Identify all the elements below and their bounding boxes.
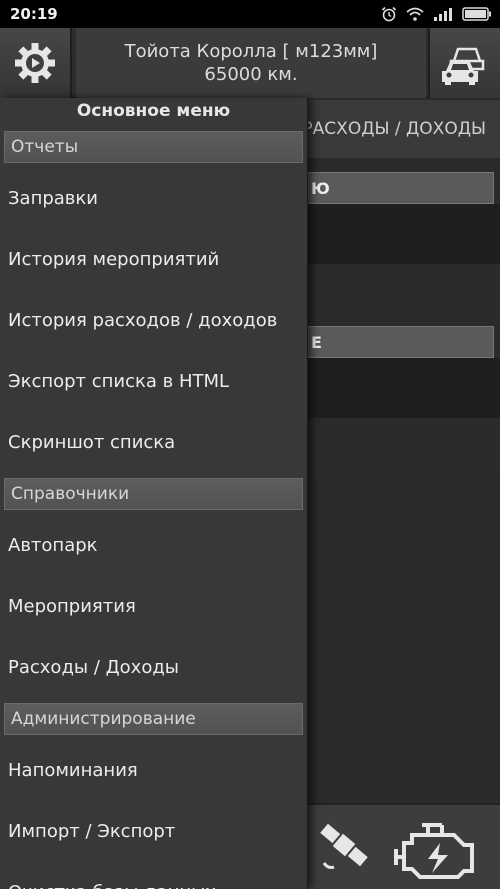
background-row[interactable] (300, 418, 500, 478)
fleet-button[interactable] (428, 28, 500, 98)
status-bar: 20:19 (0, 0, 500, 28)
menu-item-events-history[interactable]: История мероприятий (0, 229, 307, 290)
section-header-administration: Администрирование (4, 703, 303, 735)
section-header-directories: Справочники (4, 478, 303, 510)
background-row[interactable] (300, 264, 500, 324)
battery-icon (462, 7, 491, 21)
tab-expenses-income[interactable]: РАСХОДЫ / ДОХОДЫ (300, 100, 500, 158)
menu-item-screenshot[interactable]: Скриншот списка (0, 412, 307, 473)
menu-item-expenses-income[interactable]: Расходы / Доходы (0, 637, 307, 698)
menu-item-import-export[interactable]: Импорт / Экспорт (0, 801, 307, 862)
alarm-icon (381, 6, 397, 22)
satellite-icon[interactable] (314, 815, 374, 875)
engine-icon[interactable] (392, 813, 482, 883)
signal-icon (434, 8, 452, 21)
section-header-reports: Отчеты (4, 131, 303, 163)
background-section-header: Ю (300, 172, 494, 204)
menu-item-refuelings[interactable]: Заправки (0, 168, 307, 229)
drawer-title: Основное меню (76, 101, 231, 121)
menu-item-events[interactable]: Мероприятия (0, 576, 307, 637)
cars-icon (442, 47, 485, 85)
settings-button[interactable] (0, 28, 72, 98)
background-row[interactable] (300, 204, 500, 264)
wifi-icon (406, 7, 424, 21)
current-car-selector[interactable]: Тойота Королла [ м123мм] 65000 км. (76, 28, 426, 98)
menu-item-clear-database[interactable]: Очистка базы данных (0, 862, 307, 889)
top-bar: Тойота Королла [ м123мм] 65000 км. (0, 28, 500, 98)
app-screen: 20:19 Тойота Королла [м123мм] 65000 км.… (0, 0, 500, 889)
car-odometer: 65000 км. (204, 64, 298, 85)
bottom-toolbar (300, 803, 500, 889)
menu-item-export-html[interactable]: Экспорт списка в HTML (0, 351, 307, 412)
status-icons (381, 5, 492, 23)
navigation-drawer: Основное меню Отчеты Заправки История ме… (0, 98, 308, 889)
car-name: Тойота Королла [ м123мм] (124, 41, 378, 62)
gear-icon (15, 43, 55, 83)
menu-item-reminders[interactable]: Напоминания (0, 740, 307, 801)
menu-item-fleet[interactable]: Автопарк (0, 515, 307, 576)
menu-item-expenses-history[interactable]: История расходов / доходов (0, 290, 307, 351)
status-time: 20:19 (10, 5, 58, 23)
background-section-header: Е (300, 326, 494, 358)
background-row[interactable] (300, 358, 500, 418)
